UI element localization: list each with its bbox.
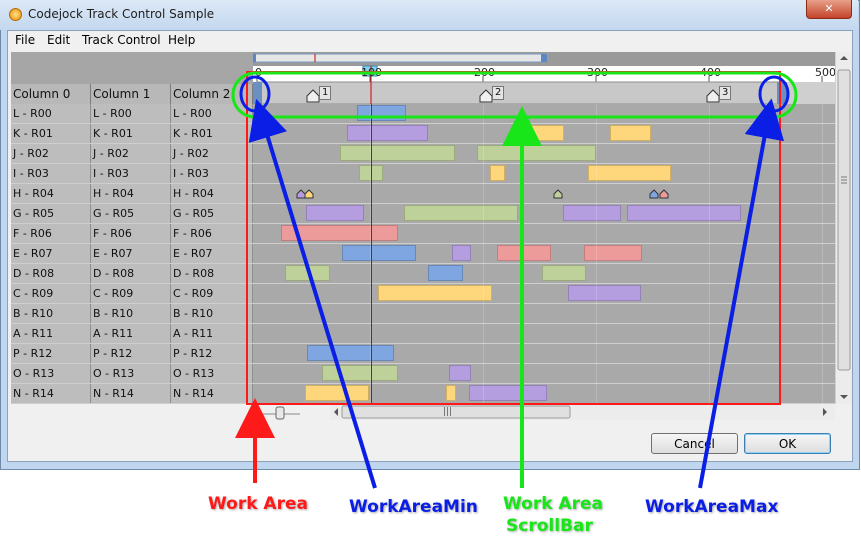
work-area-max-arrow [698,98,785,489]
work-area-label: Work Area [208,494,308,514]
work-area-min-circle [239,75,271,113]
work-area-max-label: WorkAreaMax [645,497,779,517]
work-area-scrollbar-outline [231,71,798,119]
work-area-scrollbar-label-line1: Work Area [503,494,603,514]
work-area-max-circle [758,75,790,113]
work-area-min-arrow [248,98,377,489]
work-area-scrollbar-label-line2: ScrollBar [506,516,593,536]
work-area-outline [246,71,781,405]
work-area-min-label: WorkAreaMin [349,497,478,517]
annotation-overlay [231,71,798,489]
